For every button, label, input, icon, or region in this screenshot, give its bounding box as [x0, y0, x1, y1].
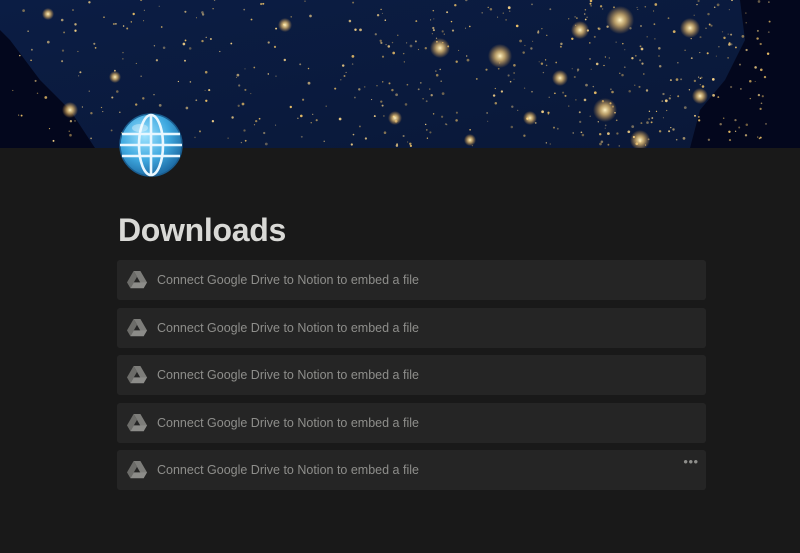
globe-icon[interactable]	[118, 112, 184, 178]
google-drive-embed-block[interactable]: Connect Google Drive to Notion to embed …	[117, 355, 706, 395]
page-title[interactable]: Downloads	[118, 208, 286, 252]
embed-placeholder-text: Connect Google Drive to Notion to embed …	[157, 320, 419, 335]
google-drive-icon	[126, 270, 148, 290]
google-drive-embed-block[interactable]: Connect Google Drive to Notion to embed …	[117, 307, 706, 348]
google-drive-icon	[126, 460, 148, 480]
embed-placeholder-text: Connect Google Drive to Notion to embed …	[157, 273, 419, 287]
google-drive-icon	[126, 318, 148, 338]
embed-placeholder-text: Connect Google Drive to Notion to embed …	[157, 463, 419, 477]
more-options-button[interactable]: •••	[682, 455, 700, 469]
embed-placeholder-text: Connect Google Drive to Notion to embed …	[157, 368, 419, 382]
google-drive-icon	[126, 413, 148, 433]
google-drive-embed-block[interactable]: Connect Google Drive to Notion to embed …	[117, 450, 706, 490]
google-drive-icon	[126, 365, 148, 385]
google-drive-embed-block[interactable]: Connect Google Drive to Notion to embed …	[117, 260, 706, 300]
embed-placeholder-text: Connect Google Drive to Notion to embed …	[157, 415, 419, 430]
google-drive-embed-block[interactable]: Connect Google Drive to Notion to embed …	[117, 402, 706, 443]
embed-list: Connect Google Drive to Notion to embed …	[117, 260, 706, 498]
